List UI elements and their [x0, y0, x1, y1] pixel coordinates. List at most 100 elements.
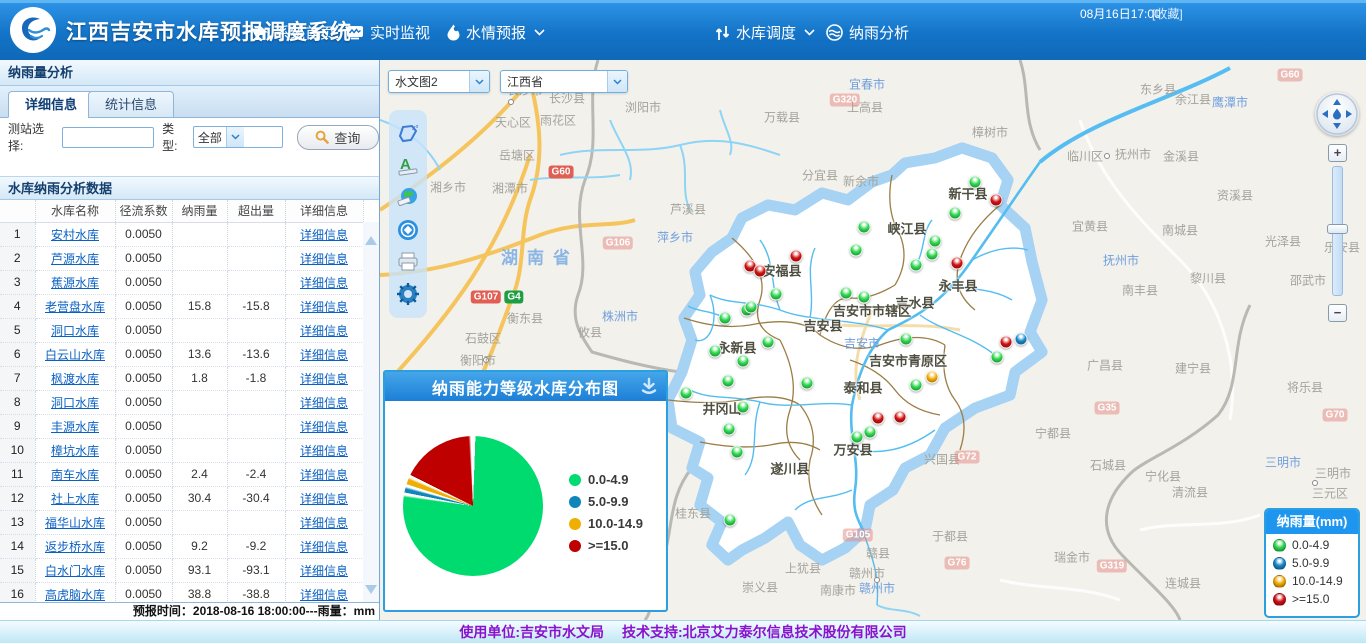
zoom-slider-track[interactable]	[1332, 166, 1343, 296]
table-scrollbar[interactable]	[363, 222, 379, 604]
reservoir-marker[interactable]	[709, 345, 722, 358]
reservoir-marker[interactable]	[929, 235, 942, 248]
reservoir-marker[interactable]	[991, 351, 1004, 364]
type-select[interactable]: 全部	[193, 126, 283, 148]
reservoir-marker[interactable]	[894, 411, 907, 424]
detail-info-link[interactable]: 详细信息	[300, 468, 348, 482]
label-tool-icon[interactable]: A	[393, 151, 423, 181]
reservoir-marker[interactable]	[680, 387, 693, 400]
settings-gear-icon[interactable]	[393, 279, 423, 309]
area-measure-icon[interactable]: x²	[393, 119, 423, 149]
query-button[interactable]: 查询	[297, 125, 379, 150]
reservoir-marker[interactable]	[851, 431, 864, 444]
detail-info-link[interactable]: 详细信息	[300, 588, 348, 602]
reservoir-marker[interactable]	[926, 371, 939, 384]
reservoir-name-link[interactable]: 社上水库	[51, 492, 99, 506]
detail-info-link[interactable]: 详细信息	[300, 564, 348, 578]
detail-info-link[interactable]: 详细信息	[300, 300, 348, 314]
tab-statistics-info[interactable]: 统计信息	[88, 91, 174, 118]
map-pan-control[interactable]	[1315, 92, 1359, 136]
reservoir-marker[interactable]	[754, 265, 767, 278]
locate-icon[interactable]	[393, 215, 423, 245]
reservoir-marker[interactable]	[762, 336, 775, 349]
reservoir-name-link[interactable]: 返步桥水库	[45, 540, 105, 554]
map-layer-select[interactable]: 水文图2	[388, 70, 490, 93]
reservoir-name-link[interactable]: 丰源水库	[51, 420, 99, 434]
reservoir-name-link[interactable]: 樟坑水库	[51, 444, 99, 458]
filter-row: 测站选择: 类型: 全部 查询	[0, 118, 379, 156]
print-icon[interactable]	[393, 247, 423, 277]
detail-info-link[interactable]: 详细信息	[300, 372, 348, 386]
reservoir-name-link[interactable]: 福华山水库	[45, 516, 105, 530]
reservoir-marker[interactable]	[864, 426, 877, 439]
detail-info-link[interactable]: 详细信息	[300, 492, 348, 506]
reservoir-marker[interactable]	[900, 333, 913, 346]
detail-info-link[interactable]: 详细信息	[300, 324, 348, 338]
tab-detail-info[interactable]: 详细信息	[8, 91, 94, 118]
reservoir-name-link[interactable]: 安村水库	[51, 228, 99, 242]
scroll-up-arrow[interactable]	[365, 236, 377, 245]
station-input[interactable]	[62, 127, 154, 148]
detail-info-link: 详细信息	[285, 366, 363, 390]
nav-item-water-forecast[interactable]: 水情预报	[447, 22, 545, 43]
reservoir-marker[interactable]	[840, 287, 853, 300]
detail-info-link[interactable]: 详细信息	[300, 276, 348, 290]
reservoir-marker[interactable]	[949, 207, 962, 220]
reservoir-marker[interactable]	[850, 244, 863, 257]
nav-item-home[interactable]: 系统首页	[252, 22, 335, 43]
zoom-slider-thumb[interactable]	[1327, 224, 1348, 234]
distance-measure-icon[interactable]	[393, 183, 423, 213]
reservoir-marker[interactable]	[722, 375, 735, 388]
reservoir-marker[interactable]	[910, 259, 923, 272]
reservoir-marker[interactable]	[990, 194, 1003, 207]
map-container[interactable]: 长沙市长沙县天心区雨花区岳塘区湘乡市湘潭市浏阳市万载县上高县樟树市分宜县新余市芦…	[380, 60, 1366, 620]
reservoir-marker[interactable]	[858, 291, 871, 304]
reservoir-name-link[interactable]: 白水门水库	[45, 564, 105, 578]
detail-info-link[interactable]: 详细信息	[300, 396, 348, 410]
detail-info-link[interactable]: 详细信息	[300, 252, 348, 266]
reservoir-marker[interactable]	[951, 257, 964, 270]
zoom-out-button[interactable]: −	[1328, 304, 1347, 322]
reservoir-name-link[interactable]: 南车水库	[51, 468, 99, 482]
reservoir-name-link[interactable]: 白云山水库	[45, 348, 105, 362]
runoff-coefficient: 0.0050	[115, 510, 172, 534]
reservoir-marker[interactable]	[1015, 333, 1028, 346]
reservoir-marker[interactable]	[724, 514, 737, 527]
collapse-down-arrow-icon[interactable]	[639, 376, 659, 401]
detail-info-link[interactable]: 详细信息	[300, 228, 348, 242]
reservoir-name-link[interactable]: 老营盘水库	[45, 300, 105, 314]
reservoir-name-link[interactable]: 芦源水库	[51, 252, 99, 266]
reservoir-marker[interactable]	[731, 446, 744, 459]
detail-info-link[interactable]: 详细信息	[300, 444, 348, 458]
reservoir-marker[interactable]	[926, 248, 939, 261]
reservoir-marker[interactable]	[910, 379, 923, 392]
reservoir-marker[interactable]	[723, 423, 736, 436]
detail-info-link[interactable]: 详细信息	[300, 420, 348, 434]
nav-item-realtime-monitor[interactable]: 实时监视	[346, 22, 430, 43]
detail-info-link[interactable]: 详细信息	[300, 540, 348, 554]
reservoir-marker[interactable]	[719, 312, 732, 325]
detail-info-link[interactable]: 详细信息	[300, 516, 348, 530]
reservoir-name-link[interactable]: 高虎脑水库	[45, 588, 105, 602]
reservoir-marker[interactable]	[801, 377, 814, 390]
reservoir-name-link[interactable]: 枫渡水库	[51, 372, 99, 386]
reservoir-name-link[interactable]: 洞口水库	[51, 324, 99, 338]
nav-item-rain-analysis[interactable]: 纳雨分析	[826, 22, 909, 43]
reservoir-marker[interactable]	[745, 301, 758, 314]
zoom-in-button[interactable]: +	[1328, 144, 1347, 162]
detail-info-link[interactable]: 详细信息	[300, 348, 348, 362]
reservoir-marker[interactable]	[737, 401, 750, 414]
favorite-link[interactable]: [收藏]	[1152, 5, 1183, 22]
scroll-down-arrow[interactable]	[365, 585, 377, 594]
reservoir-marker[interactable]	[790, 250, 803, 263]
reservoir-marker[interactable]	[737, 355, 750, 368]
map-area-select[interactable]: 江西省	[500, 70, 628, 93]
reservoir-marker[interactable]	[872, 412, 885, 425]
nav-item-reservoir-dispatch[interactable]: 水库调度	[715, 22, 815, 43]
reservoir-marker[interactable]	[858, 221, 871, 234]
reservoir-name-link[interactable]: 蕉源水库	[51, 276, 99, 290]
reservoir-marker[interactable]	[770, 288, 783, 301]
reservoir-marker[interactable]	[969, 176, 982, 189]
reservoir-marker[interactable]	[1000, 336, 1013, 349]
reservoir-name-link[interactable]: 洞口水库	[51, 396, 99, 410]
